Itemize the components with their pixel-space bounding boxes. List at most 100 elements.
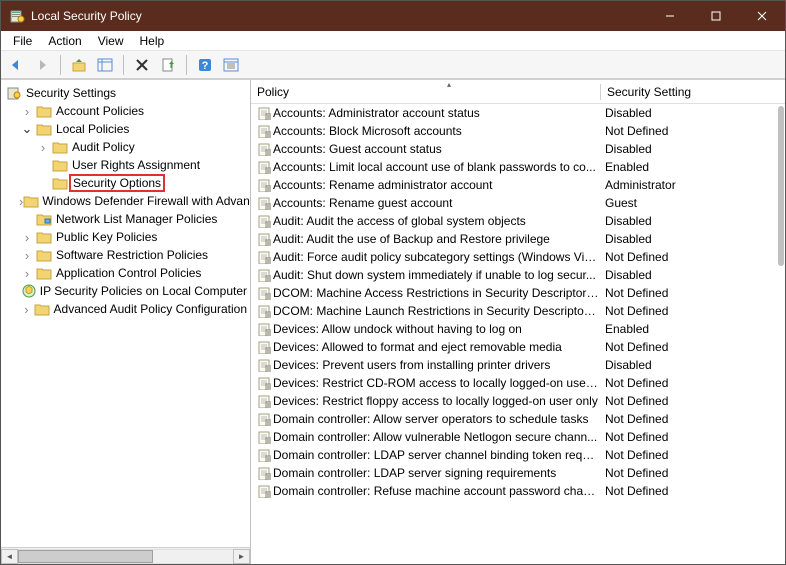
policy-row[interactable]: Accounts: Administrator account statusDi…: [251, 104, 785, 122]
tree-item[interactable]: ›Application Control Policies: [5, 264, 250, 282]
policy-row[interactable]: Accounts: Rename administrator accountAd…: [251, 176, 785, 194]
policy-name: Devices: Restrict floppy access to local…: [273, 394, 605, 408]
policy-row[interactable]: Accounts: Guest account statusDisabled: [251, 140, 785, 158]
policy-name: Devices: Restrict CD-ROM access to local…: [273, 376, 605, 390]
tree-root[interactable]: Security Settings: [5, 84, 250, 102]
list-header: Policy ▴ Security Setting: [251, 80, 785, 104]
tree-item[interactable]: User Rights Assignment: [5, 156, 250, 174]
policy-row[interactable]: DCOM: Machine Launch Restrictions in Sec…: [251, 302, 785, 320]
expand-icon[interactable]: ›: [35, 140, 51, 155]
expand-icon[interactable]: ›: [19, 248, 35, 263]
back-button[interactable]: [5, 54, 27, 76]
export-list-button[interactable]: [157, 54, 179, 76]
minimize-button[interactable]: [647, 1, 693, 31]
scroll-left-icon[interactable]: ◄: [1, 549, 18, 564]
policy-name: Audit: Audit the access of global system…: [273, 214, 605, 228]
policy-icon: [255, 285, 273, 301]
show-hide-tree-button[interactable]: [94, 54, 116, 76]
expand-icon[interactable]: ›: [19, 266, 35, 281]
folder-icon: [35, 103, 53, 119]
up-button[interactable]: [68, 54, 90, 76]
help-button[interactable]: ?: [194, 54, 216, 76]
expand-icon[interactable]: ›: [19, 104, 35, 119]
policy-row[interactable]: Audit: Shut down system immediately if u…: [251, 266, 785, 284]
menu-help[interactable]: Help: [132, 32, 173, 50]
menu-action[interactable]: Action: [40, 32, 89, 50]
policy-row[interactable]: Domain controller: LDAP server channel b…: [251, 446, 785, 464]
policy-row[interactable]: DCOM: Machine Access Restrictions in Sec…: [251, 284, 785, 302]
policy-setting: Disabled: [605, 232, 781, 246]
list-vscrollbar[interactable]: [777, 104, 785, 564]
close-button[interactable]: [739, 1, 785, 31]
policy-setting: Not Defined: [605, 484, 781, 498]
forward-button[interactable]: [31, 54, 53, 76]
delete-button[interactable]: [131, 54, 153, 76]
policy-row[interactable]: Devices: Prevent users from installing p…: [251, 356, 785, 374]
tree-item[interactable]: ⌄ Local Policies: [5, 120, 250, 138]
tree-item[interactable]: Security Options: [5, 174, 250, 192]
policy-row[interactable]: Audit: Audit the use of Backup and Resto…: [251, 230, 785, 248]
menu-view[interactable]: View: [90, 32, 132, 50]
policy-icon: [255, 141, 273, 157]
policy-setting: Administrator: [605, 178, 781, 192]
tree-item[interactable]: ›Windows Defender Firewall with Advanced…: [5, 192, 250, 210]
policy-row[interactable]: Devices: Allow undock without having to …: [251, 320, 785, 338]
collapse-icon[interactable]: ⌄: [19, 121, 35, 137]
scroll-thumb[interactable]: [778, 106, 784, 266]
policy-row[interactable]: Domain controller: Allow vulnerable Netl…: [251, 428, 785, 446]
policy-setting: Not Defined: [605, 430, 781, 444]
tree-item-label: Software Restriction Policies: [53, 247, 211, 263]
properties-button[interactable]: [220, 54, 242, 76]
menu-file[interactable]: File: [5, 32, 40, 50]
expand-icon[interactable]: ›: [19, 230, 35, 245]
policy-row[interactable]: Domain controller: Refuse machine accoun…: [251, 482, 785, 500]
tree-item[interactable]: ›Public Key Policies: [5, 228, 250, 246]
folder-icon: [34, 301, 51, 317]
sort-asc-icon: ▴: [447, 80, 451, 89]
policy-row[interactable]: Domain controller: LDAP server signing r…: [251, 464, 785, 482]
policy-row[interactable]: Devices: Restrict CD-ROM access to local…: [251, 374, 785, 392]
policy-name: Devices: Allowed to format and eject rem…: [273, 340, 605, 354]
policy-setting: Not Defined: [605, 304, 781, 318]
policy-icon: [255, 195, 273, 211]
scroll-thumb[interactable]: [18, 550, 153, 563]
policy-name: Audit: Shut down system immediately if u…: [273, 268, 605, 282]
policy-row[interactable]: Accounts: Rename guest accountGuest: [251, 194, 785, 212]
tree-item[interactable]: Network List Manager Policies: [5, 210, 250, 228]
tree-item[interactable]: IP Security Policies on Local Computer: [5, 282, 250, 300]
col-header-policy[interactable]: Policy ▴: [251, 81, 601, 103]
policy-setting: Not Defined: [605, 448, 781, 462]
folder-net-icon: [35, 211, 53, 227]
policy-name: Domain controller: Refuse machine accoun…: [273, 484, 605, 498]
folder-icon: [35, 229, 53, 245]
policy-icon: [255, 411, 273, 427]
col-header-setting[interactable]: Security Setting: [601, 81, 785, 103]
policy-icon: [255, 393, 273, 409]
window-title: Local Security Policy: [31, 9, 647, 23]
policy-row[interactable]: Accounts: Limit local account use of bla…: [251, 158, 785, 176]
tree-item[interactable]: ›Advanced Audit Policy Configuration: [5, 300, 250, 318]
policy-row[interactable]: Audit: Audit the access of global system…: [251, 212, 785, 230]
list-body[interactable]: Accounts: Administrator account statusDi…: [251, 104, 785, 564]
policy-icon: [255, 375, 273, 391]
tree-item[interactable]: › Software Restriction Policies: [5, 246, 250, 264]
policy-row[interactable]: Accounts: Block Microsoft accountsNot De…: [251, 122, 785, 140]
maximize-button[interactable]: [693, 1, 739, 31]
policy-setting: Not Defined: [605, 412, 781, 426]
tree[interactable]: Security Settings ›Account Policies⌄ Loca…: [1, 80, 250, 547]
tree-hscrollbar[interactable]: ◄ ►: [1, 547, 250, 564]
scroll-right-icon[interactable]: ►: [233, 549, 250, 564]
tree-item[interactable]: ›Account Policies: [5, 102, 250, 120]
menubar: File Action View Help: [1, 31, 785, 51]
scroll-track[interactable]: [18, 549, 233, 564]
policy-icon: [255, 429, 273, 445]
policy-row[interactable]: Devices: Restrict floppy access to local…: [251, 392, 785, 410]
policy-row[interactable]: Domain controller: Allow server operator…: [251, 410, 785, 428]
col-header-policy-label: Policy: [257, 85, 289, 99]
tree-item-label: Local Policies: [53, 121, 132, 137]
policy-setting: Not Defined: [605, 340, 781, 354]
policy-row[interactable]: Audit: Force audit policy subcategory se…: [251, 248, 785, 266]
expand-icon[interactable]: ›: [19, 302, 34, 317]
policy-row[interactable]: Devices: Allowed to format and eject rem…: [251, 338, 785, 356]
tree-item[interactable]: ›Audit Policy: [5, 138, 250, 156]
